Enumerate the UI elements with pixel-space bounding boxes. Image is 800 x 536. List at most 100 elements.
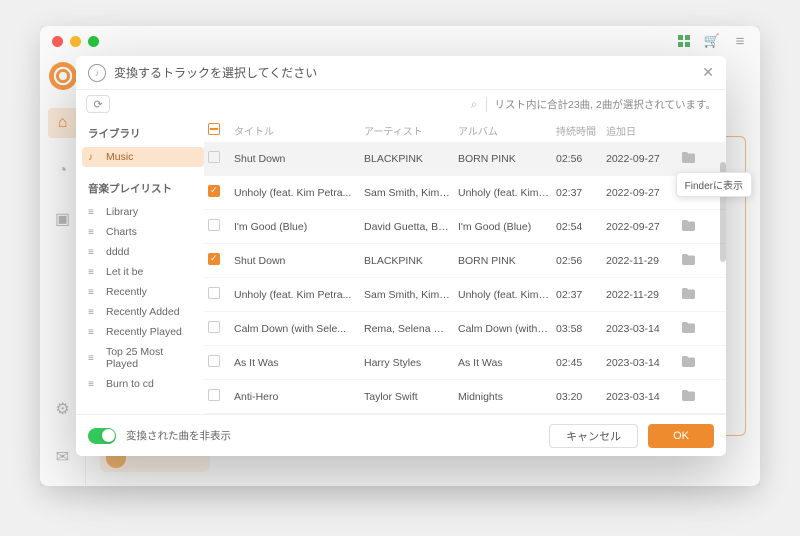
modal-body: ライブラリ ♪Music 音楽プレイリスト ≡Library≡Charts≡dd… [76,118,726,414]
row-checkbox[interactable] [208,321,220,333]
cancel-button[interactable]: キャンセル [549,424,638,448]
col-added[interactable]: 追加日 [606,123,682,138]
col-duration[interactable]: 持続時間 [556,123,606,138]
sidebar-item-charts[interactable]: ≡Charts [82,222,204,242]
show-in-finder-icon[interactable] [682,356,708,370]
refresh-button[interactable]: ⟳ [86,95,110,113]
table-row[interactable]: As It WasHarry StylesAs It Was02:452023-… [204,346,726,380]
cell-artist: BLACKPINK [364,255,458,267]
cell-album: As It Was [458,357,556,369]
cell-added: 2022-09-27 [606,187,682,199]
cell-title: I'm Good (Blue) [234,221,364,233]
sidebar-item-label: Music [106,151,133,163]
row-checkbox[interactable] [208,185,220,197]
search-icon[interactable]: ⌕ [471,97,478,112]
cell-added: 2023-03-14 [606,391,682,403]
cell-added: 2022-11-29 [606,289,682,301]
playlist-icon: ≡ [88,207,100,218]
cell-added: 2023-03-14 [606,357,682,369]
cell-artist: Sam Smith, Kim Pe... [364,289,458,301]
cell-album: Unholy (feat. Kim P... [458,187,556,199]
modal-header: ♪ 変換するトラックを選択してください ✕ [76,56,726,90]
cell-duration: 02:37 [556,187,606,199]
status-text: リスト内に合計23曲, 2曲が選択されています。 [486,97,717,112]
show-in-finder-icon[interactable] [682,390,708,404]
cell-album: I'm Good (Blue) [458,221,556,233]
sidebar-item-top-25-most-played[interactable]: ≡Top 25 Most Played [82,342,204,374]
track-table: タイトル アーティスト アルバム 持続時間 追加日 Shut DownBLACK… [204,118,726,414]
cell-album: Unholy (feat. Kim P... [458,289,556,301]
select-all-checkbox[interactable] [208,123,220,135]
cell-artist: David Guetta, Beb... [364,221,458,233]
sidebar-item-recently-played[interactable]: ≡Recently Played [82,322,204,342]
sidebar-item-label: Burn to cd [106,378,154,390]
sidebar-item-burn-to-cd[interactable]: ≡ Burn to cd [82,374,204,394]
sidebar-item-label: Recently Added [106,306,180,318]
cell-duration: 03:20 [556,391,606,403]
row-checkbox[interactable] [208,253,220,265]
show-in-finder-icon[interactable] [682,288,708,302]
sidebar-item-label: Charts [106,226,137,238]
track-selection-modal: ♪ 変換するトラックを選択してください ✕ ⟳ ⌕ リスト内に合計23曲, 2曲… [76,56,726,456]
sidebar-item-label: Recently [106,286,147,298]
show-in-finder-icon[interactable] [682,322,708,336]
col-artist[interactable]: アーティスト [364,123,458,138]
modal-title: 変換するトラックを選択してください [114,64,317,81]
table-row[interactable]: Calm Down (with Sele...Rema, Selena Gom.… [204,312,726,346]
cell-duration: 02:56 [556,255,606,267]
modal-subheader: ⟳ ⌕ リスト内に合計23曲, 2曲が選択されています。 [76,90,726,118]
cell-album: BORN PINK [458,255,556,267]
show-in-finder-icon[interactable] [682,152,708,166]
table-row[interactable]: Shut DownBLACKPINKBORN PINK02:562022-11-… [204,244,726,278]
hide-converted-toggle[interactable] [88,428,116,444]
show-in-finder-icon[interactable] [682,220,708,234]
table-header: タイトル アーティスト アルバム 持続時間 追加日 [204,118,726,142]
cell-duration: 02:37 [556,289,606,301]
music-note-icon: ♪ [88,64,106,82]
cell-added: 2022-11-29 [606,255,682,267]
row-checkbox[interactable] [208,389,220,401]
cell-artist: Sam Smith, Kim Pe... [364,187,458,199]
row-checkbox[interactable] [208,151,220,163]
cell-title: Unholy (feat. Kim Petra... [234,289,364,301]
cell-album: Calm Down (with S... [458,323,556,335]
playlist-icon: ≡ [88,287,100,298]
playlist-icon: ≡ [88,327,100,338]
cell-album: BORN PINK [458,153,556,165]
sidebar-item-music[interactable]: ♪Music [82,147,204,167]
cell-added: 2022-09-27 [606,153,682,165]
table-row[interactable]: Unholy (feat. Kim Petra...Sam Smith, Kim… [204,278,726,312]
cell-artist: BLACKPINK [364,153,458,165]
cell-album: Midnights [458,391,556,403]
cell-duration: 03:58 [556,323,606,335]
sidebar-item-label: Let it be [106,266,143,278]
sidebar-item-label: Top 25 Most Played [106,346,198,370]
table-row[interactable]: I'm Good (Blue)David Guetta, Beb...I'm G… [204,210,726,244]
playlist-icon: ≡ [88,379,100,390]
table-row[interactable]: Unholy (feat. Kim Petra...Sam Smith, Kim… [204,176,726,210]
table-row[interactable]: Anti-HeroTaylor SwiftMidnights03:202023-… [204,380,726,414]
sidebar-section-playlist: 音楽プレイリスト [82,179,204,202]
sidebar-item-dddd[interactable]: ≡dddd [82,242,204,262]
cell-title: As It Was [234,357,364,369]
sidebar-item-recently-added[interactable]: ≡Recently Added [82,302,204,322]
sidebar-item-let-it-be[interactable]: ≡ Let it be [82,262,204,282]
cell-title: Anti-Hero [234,391,364,403]
sidebar-item-recently[interactable]: ≡ Recently [82,282,204,302]
cell-title: Unholy (feat. Kim Petra... [234,187,364,199]
row-checkbox[interactable] [208,287,220,299]
col-title[interactable]: タイトル [234,123,364,138]
row-checkbox[interactable] [208,355,220,367]
col-album[interactable]: アルバム [458,123,556,138]
cell-title: Shut Down [234,153,364,165]
cell-duration: 02:45 [556,357,606,369]
sidebar-item-library[interactable]: ≡Library [82,202,204,222]
ok-button[interactable]: OK [648,424,714,448]
playlist-icon: ≡ [88,267,100,278]
cell-duration: 02:54 [556,221,606,233]
row-checkbox[interactable] [208,219,220,231]
cell-title: Shut Down [234,255,364,267]
table-row[interactable]: Shut DownBLACKPINKBORN PINK02:562022-09-… [204,142,726,176]
close-button[interactable]: ✕ [702,64,714,81]
show-in-finder-icon[interactable] [682,254,708,268]
